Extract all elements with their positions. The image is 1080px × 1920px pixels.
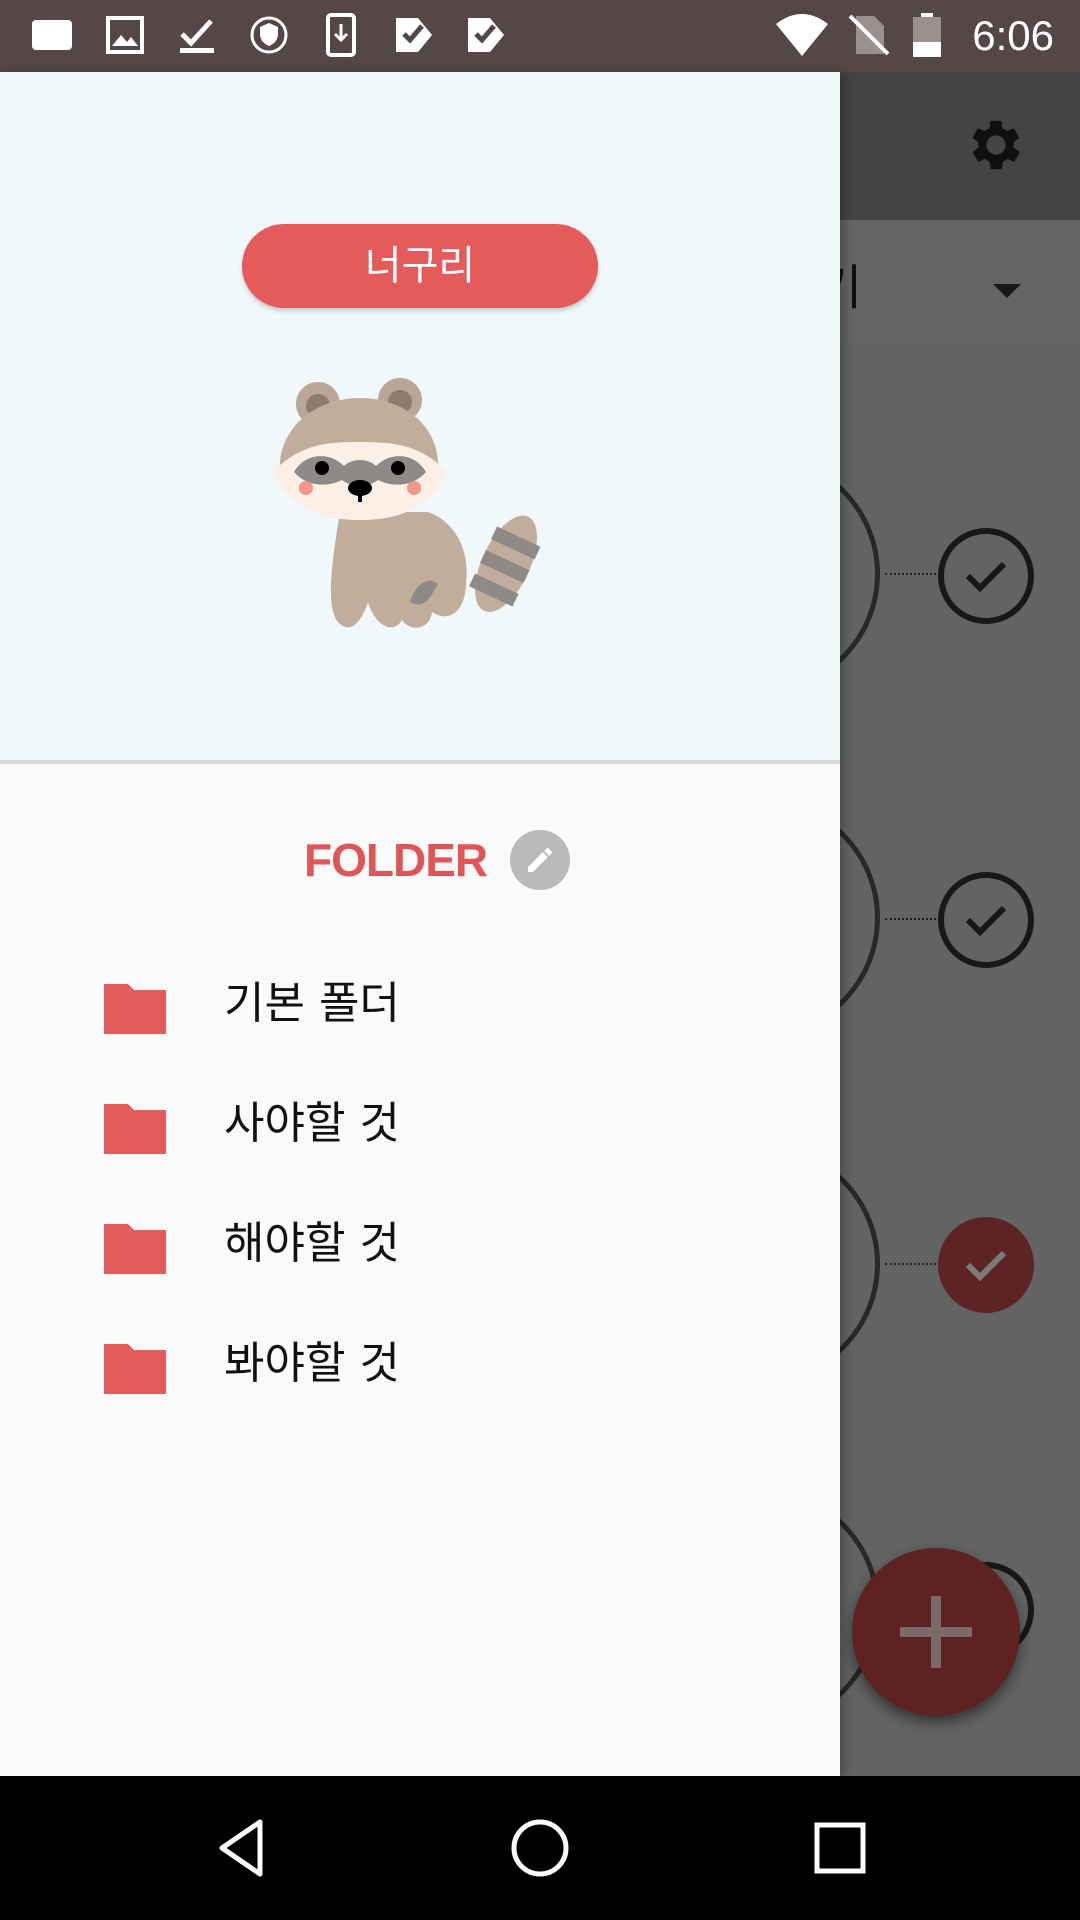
check-app-icon (468, 18, 504, 52)
folder-icon (104, 984, 166, 1034)
folder-item-label: 사야할 것 (224, 1098, 400, 1149)
divider (0, 760, 840, 764)
vpn-shield-icon (250, 16, 288, 54)
edit-folders-button[interactable] (510, 830, 570, 890)
download-done-icon (180, 19, 214, 53)
folder-item[interactable]: 봐야할 것 (0, 1312, 840, 1432)
folder-item-label: 해야할 것 (224, 1218, 400, 1269)
home-icon[interactable] (508, 1816, 572, 1880)
folder-icon (104, 1224, 166, 1274)
drawer-header: 너구리 (0, 72, 840, 760)
raccoon-mascot-image (272, 378, 541, 628)
folder-item[interactable]: 해야할 것 (0, 1192, 840, 1312)
folder-item[interactable]: 사야할 것 (0, 1072, 840, 1192)
add-task-button[interactable] (852, 1548, 1020, 1716)
wifi-icon (776, 14, 828, 56)
phone-download-icon (326, 13, 356, 57)
recents-icon[interactable] (808, 1816, 872, 1880)
profile-name-button[interactable]: 너구리 (242, 224, 598, 308)
system-nav-bar (0, 1776, 1080, 1920)
pencil-icon (528, 847, 552, 872)
folder-item-label: 기본 폴더 (224, 978, 400, 1029)
status-bar: 6:06 (0, 0, 1080, 72)
plus-icon (900, 1596, 972, 1668)
navigation-drawer: 너구리 FOLDER 기본 폴더 사야할 것 해야할 것 봐야할 것 (0, 72, 840, 1776)
folder-icon (104, 1344, 166, 1394)
folder-item[interactable]: 기본 폴더 (0, 952, 840, 1072)
folder-heading: FOLDER (304, 834, 488, 886)
battery-icon (913, 13, 941, 57)
no-sim-icon (848, 14, 890, 56)
back-icon[interactable] (210, 1816, 274, 1880)
image-icon (106, 16, 144, 54)
folder-icon (104, 1104, 166, 1154)
status-time: 6:06 (972, 12, 1054, 59)
check-app-icon (396, 18, 432, 52)
folder-item-label: 봐야할 것 (224, 1338, 400, 1389)
notification-note-icon (32, 20, 72, 50)
